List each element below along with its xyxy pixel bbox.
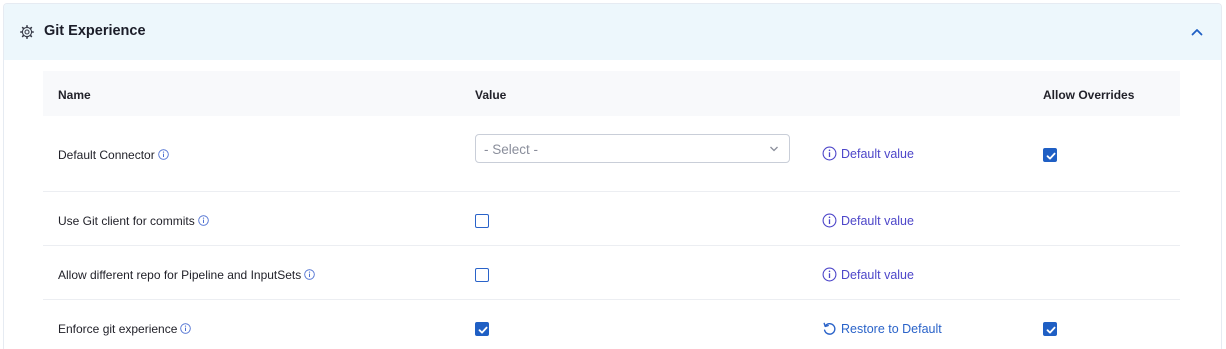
section-title: Git Experience [44, 23, 146, 39]
table-header: Name Value Allow Overrides [43, 71, 1180, 116]
info-icon[interactable] [304, 269, 316, 280]
default-value-link[interactable]: Default value [822, 267, 914, 282]
setting-name-label: Enforce git experience [58, 322, 178, 336]
git-experience-card: Git Experience Name Value Allow Override… [3, 3, 1222, 349]
table-row: Enforce git experience Restore to Defaul… [43, 300, 1180, 349]
restore-to-default-link[interactable]: Restore to Default [822, 321, 942, 336]
setting-name-label: Allow different repo for Pipeline and In… [58, 268, 302, 282]
table-row: Allow different repo for Pipeline and In… [43, 246, 1180, 300]
setting-name: Use Git client for commits [58, 214, 209, 228]
column-header-name: Name [58, 88, 91, 102]
chevron-up-icon[interactable] [1189, 24, 1205, 40]
info-icon [822, 267, 837, 282]
allow-overrides-checkbox[interactable] [1043, 322, 1057, 336]
default-connector-select[interactable]: - Select - [475, 134, 790, 163]
allow-different-repo-checkbox[interactable] [475, 268, 489, 282]
info-icon [822, 213, 837, 228]
info-icon[interactable] [157, 149, 169, 160]
setting-name: Default Connector [58, 148, 169, 162]
section-header[interactable]: Git Experience [4, 4, 1221, 60]
info-icon [822, 146, 837, 161]
table-row: Default Connector - Select - Default val… [43, 116, 1180, 192]
setting-name: Allow different repo for Pipeline and In… [58, 268, 316, 282]
info-icon[interactable] [180, 323, 192, 334]
gear-icon [20, 25, 34, 39]
check-icon [1046, 326, 1056, 334]
column-header-allow-overrides: Allow Overrides [1043, 88, 1135, 102]
default-value-link[interactable]: Default value [822, 213, 914, 228]
restore-icon [823, 322, 836, 335]
default-value-label: Default value [841, 267, 914, 282]
column-header-value: Value [475, 88, 507, 102]
check-icon [478, 326, 488, 334]
enforce-git-experience-checkbox[interactable] [475, 322, 489, 336]
chevron-down-icon [770, 146, 778, 152]
setting-name-label: Use Git client for commits [58, 214, 195, 228]
select-placeholder: - Select - [484, 142, 539, 157]
default-value-label: Default value [841, 213, 914, 228]
check-icon [1046, 152, 1056, 160]
use-git-client-checkbox[interactable] [475, 214, 489, 228]
info-icon[interactable] [197, 215, 209, 226]
table-row: Use Git client for commits Default value [43, 192, 1180, 246]
default-value-link[interactable]: Default value [822, 146, 914, 161]
setting-name: Enforce git experience [58, 322, 192, 336]
setting-name-label: Default Connector [58, 148, 155, 162]
allow-overrides-checkbox[interactable] [1043, 148, 1057, 162]
restore-to-default-label: Restore to Default [841, 321, 942, 336]
default-value-label: Default value [841, 146, 914, 161]
